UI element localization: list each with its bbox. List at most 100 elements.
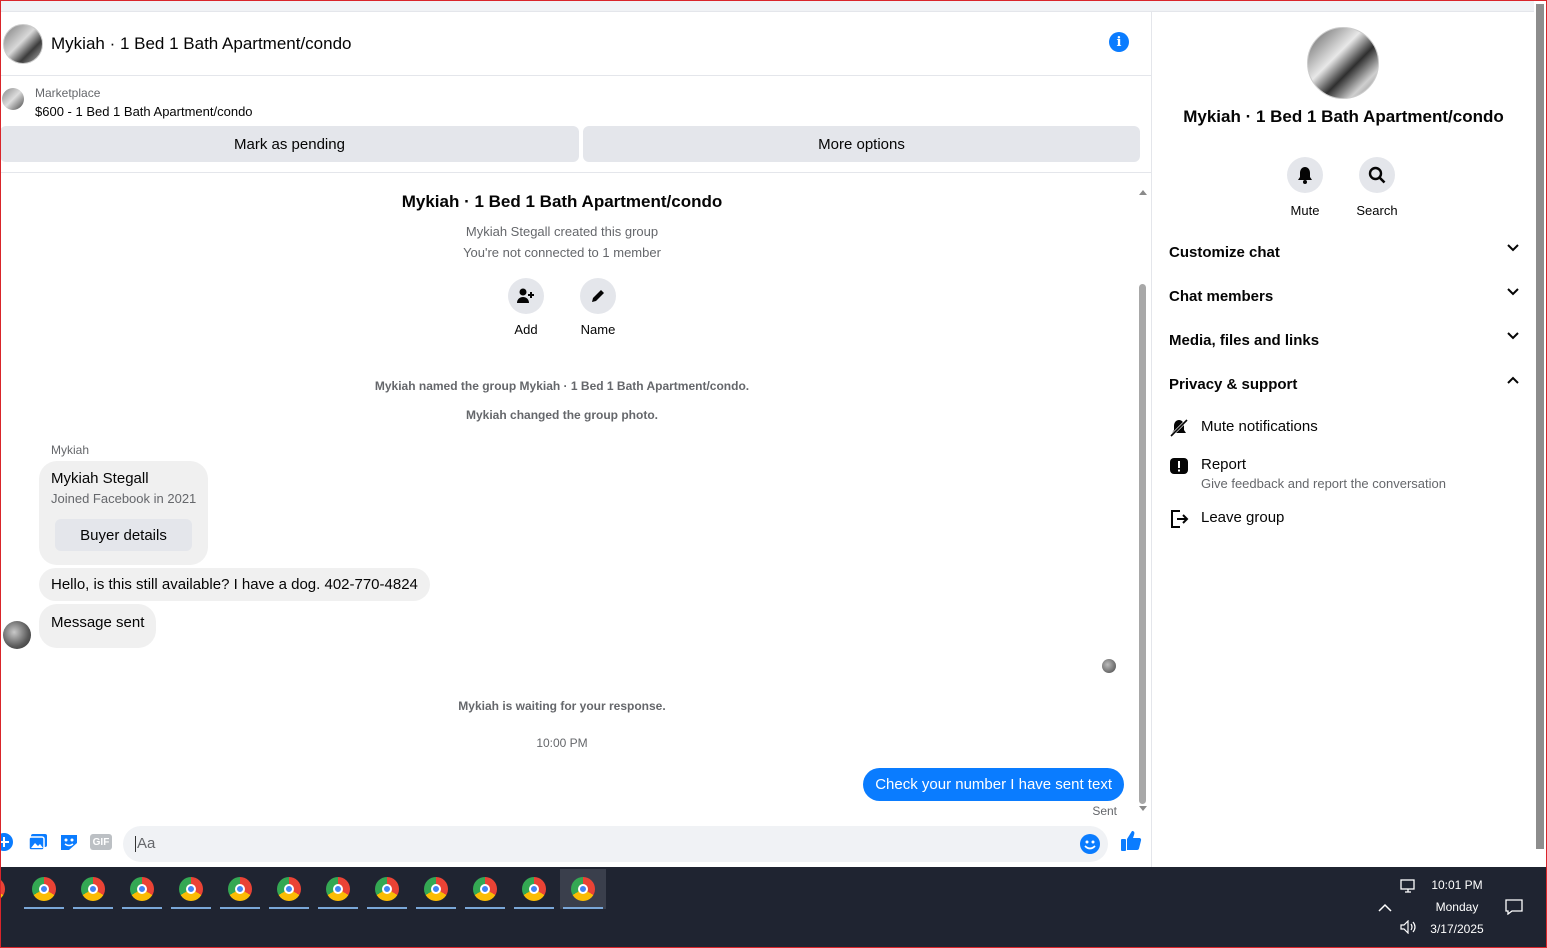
listing-thumbnail[interactable] <box>2 88 24 110</box>
chrome-icon <box>571 877 595 901</box>
search-label: Search <box>1356 203 1398 218</box>
buyer-details-button[interactable]: Buyer details <box>55 519 192 551</box>
thread-scrollbar[interactable] <box>1138 188 1148 818</box>
clock-day[interactable]: Monday <box>1424 900 1490 914</box>
leave-group-label: Leave group <box>1201 509 1285 526</box>
section-media-files-links[interactable]: Media, files and links <box>1169 328 1519 352</box>
system-message: Mykiah changed the group photo. <box>466 408 658 422</box>
chrome-icon <box>424 877 448 901</box>
gif-icon[interactable]: GIF <box>90 832 112 852</box>
chrome-icon <box>326 877 350 901</box>
info-icon[interactable]: i <box>1109 32 1129 52</box>
group-created-text: Mykiah Stegall created this group <box>465 224 659 239</box>
taskbar-chrome-window[interactable] <box>168 869 214 909</box>
taskbar-chrome-window[interactable] <box>364 869 410 909</box>
incoming-message[interactable]: Message sent <box>39 604 157 648</box>
plus-icon[interactable] <box>0 832 14 852</box>
clock-time[interactable]: 10:01 PM <box>1424 878 1490 892</box>
chrome-icon <box>228 877 252 901</box>
panel-title: Mykiah · 1 Bed 1 Bath Apartment/condo <box>1183 107 1504 126</box>
chrome-icon <box>473 877 497 901</box>
chevron-down-icon <box>1507 288 1519 296</box>
chrome-icon <box>32 877 56 901</box>
mute-notifications-option[interactable]: Mute notifications <box>1169 418 1519 438</box>
section-label: Customize chat <box>1169 243 1280 261</box>
section-label: Media, files and links <box>1169 331 1320 349</box>
sticker-icon[interactable] <box>59 832 79 852</box>
section-privacy-support[interactable]: Privacy & support <box>1169 372 1519 396</box>
emoji-icon[interactable] <box>1080 834 1100 854</box>
group-title: Mykiah · 1 Bed 1 Bath Apartment/condo <box>401 192 723 211</box>
waiting-text: Mykiah is waiting for your response. <box>458 699 666 713</box>
clock-date[interactable]: 3/17/2025 <box>1424 922 1490 936</box>
add-person-icon <box>508 278 544 314</box>
taskbar-chrome-window[interactable] <box>266 869 312 909</box>
page-scrollbar[interactable] <box>1534 0 1547 867</box>
chat-title[interactable]: Mykiah · 1 Bed 1 Bath Apartment/condo <box>51 34 352 54</box>
panel-group-avatar[interactable] <box>1307 27 1379 99</box>
sender-avatar[interactable] <box>3 621 31 649</box>
chat-pane: Mykiah · 1 Bed 1 Bath Apartment/condo i … <box>0 12 1152 867</box>
chevron-up-icon[interactable] <box>1378 903 1392 913</box>
page-scroll-thumb[interactable] <box>1536 4 1544 849</box>
mute-label: Mute <box>1290 203 1320 218</box>
chrome-icon <box>179 877 203 901</box>
taskbar-chrome-window[interactable] <box>217 869 263 909</box>
listing-title[interactable]: $600 - 1 Bed 1 Bath Apartment/condo <box>35 104 253 119</box>
report-label: Report <box>1201 456 1247 473</box>
gif-label: GIF <box>90 834 112 850</box>
mute-button[interactable]: Mute <box>1275 157 1335 218</box>
chrome-icon <box>130 877 154 901</box>
thumbs-up-icon[interactable] <box>1120 830 1142 852</box>
taskbar-chrome-window[interactable] <box>0 869 16 909</box>
scroll-up-icon[interactable] <box>1139 190 1147 195</box>
name-group-button[interactable]: Name <box>568 278 628 337</box>
taskbar-chrome-window[interactable] <box>462 869 508 909</box>
outgoing-message[interactable]: Check your number I have sent text <box>863 768 1124 801</box>
report-option[interactable]: Report Give feedback and report the conv… <box>1169 456 1519 491</box>
mark-as-pending-button[interactable]: Mark as pending <box>0 126 579 162</box>
incoming-message[interactable]: Hello, is this still available? I have a… <box>39 568 430 601</box>
taskbar-chrome-window[interactable] <box>21 869 67 909</box>
section-chat-members[interactable]: Chat members <box>1169 284 1519 308</box>
add-member-button[interactable]: Add <box>496 278 556 337</box>
taskbar-chrome-window[interactable] <box>511 869 557 909</box>
chrome-icon <box>277 877 301 901</box>
notification-center-icon[interactable] <box>1505 899 1523 915</box>
taskbar: 10:01 PM Monday 3/17/2025 <box>0 867 1547 948</box>
chrome-icon <box>375 877 399 901</box>
taskbar-chrome-window[interactable] <box>70 869 116 909</box>
top-strip <box>0 0 1547 12</box>
taskbar-chrome-window[interactable] <box>119 869 165 909</box>
chrome-icon <box>522 877 546 901</box>
scroll-thumb[interactable] <box>1139 284 1146 804</box>
leave-group-option[interactable]: Leave group <box>1169 509 1519 529</box>
search-button[interactable]: Search <box>1347 157 1407 218</box>
chat-header: Mykiah · 1 Bed 1 Bath Apartment/condo i <box>0 12 1151 76</box>
photo-icon[interactable] <box>28 832 48 852</box>
buyer-card: Mykiah Stegall Joined Facebook in 2021 B… <box>39 461 208 565</box>
bell-icon <box>1287 157 1323 193</box>
group-avatar[interactable] <box>3 23 43 64</box>
system-message: Mykiah named the group Mykiah · 1 Bed 1 … <box>374 379 750 393</box>
taskbar-chrome-window[interactable] <box>413 869 459 909</box>
section-label: Chat members <box>1169 287 1274 305</box>
volume-icon[interactable] <box>1400 920 1418 934</box>
message-input[interactable]: Aa <box>123 826 1108 862</box>
chrome-icon <box>0 877 5 901</box>
scroll-down-icon[interactable] <box>1139 806 1147 811</box>
buyer-name[interactable]: Mykiah Stegall <box>51 470 149 487</box>
marketplace-label: Marketplace <box>35 86 101 100</box>
chevron-down-icon <box>1507 332 1519 340</box>
chevron-up-icon <box>1507 376 1519 384</box>
buyer-joined: Joined Facebook in 2021 <box>51 491 197 506</box>
pencil-icon <box>580 278 616 314</box>
network-icon[interactable] <box>1400 879 1418 893</box>
section-customize-chat[interactable]: Customize chat <box>1169 240 1519 264</box>
taskbar-chrome-window-active[interactable] <box>560 869 606 909</box>
more-options-button[interactable]: More options <box>583 126 1140 162</box>
message-placeholder: Aa <box>135 835 156 852</box>
connection-text: You're not connected to 1 member <box>463 245 661 260</box>
report-description: Give feedback and report the conversatio… <box>1201 476 1446 491</box>
taskbar-chrome-window[interactable] <box>315 869 361 909</box>
